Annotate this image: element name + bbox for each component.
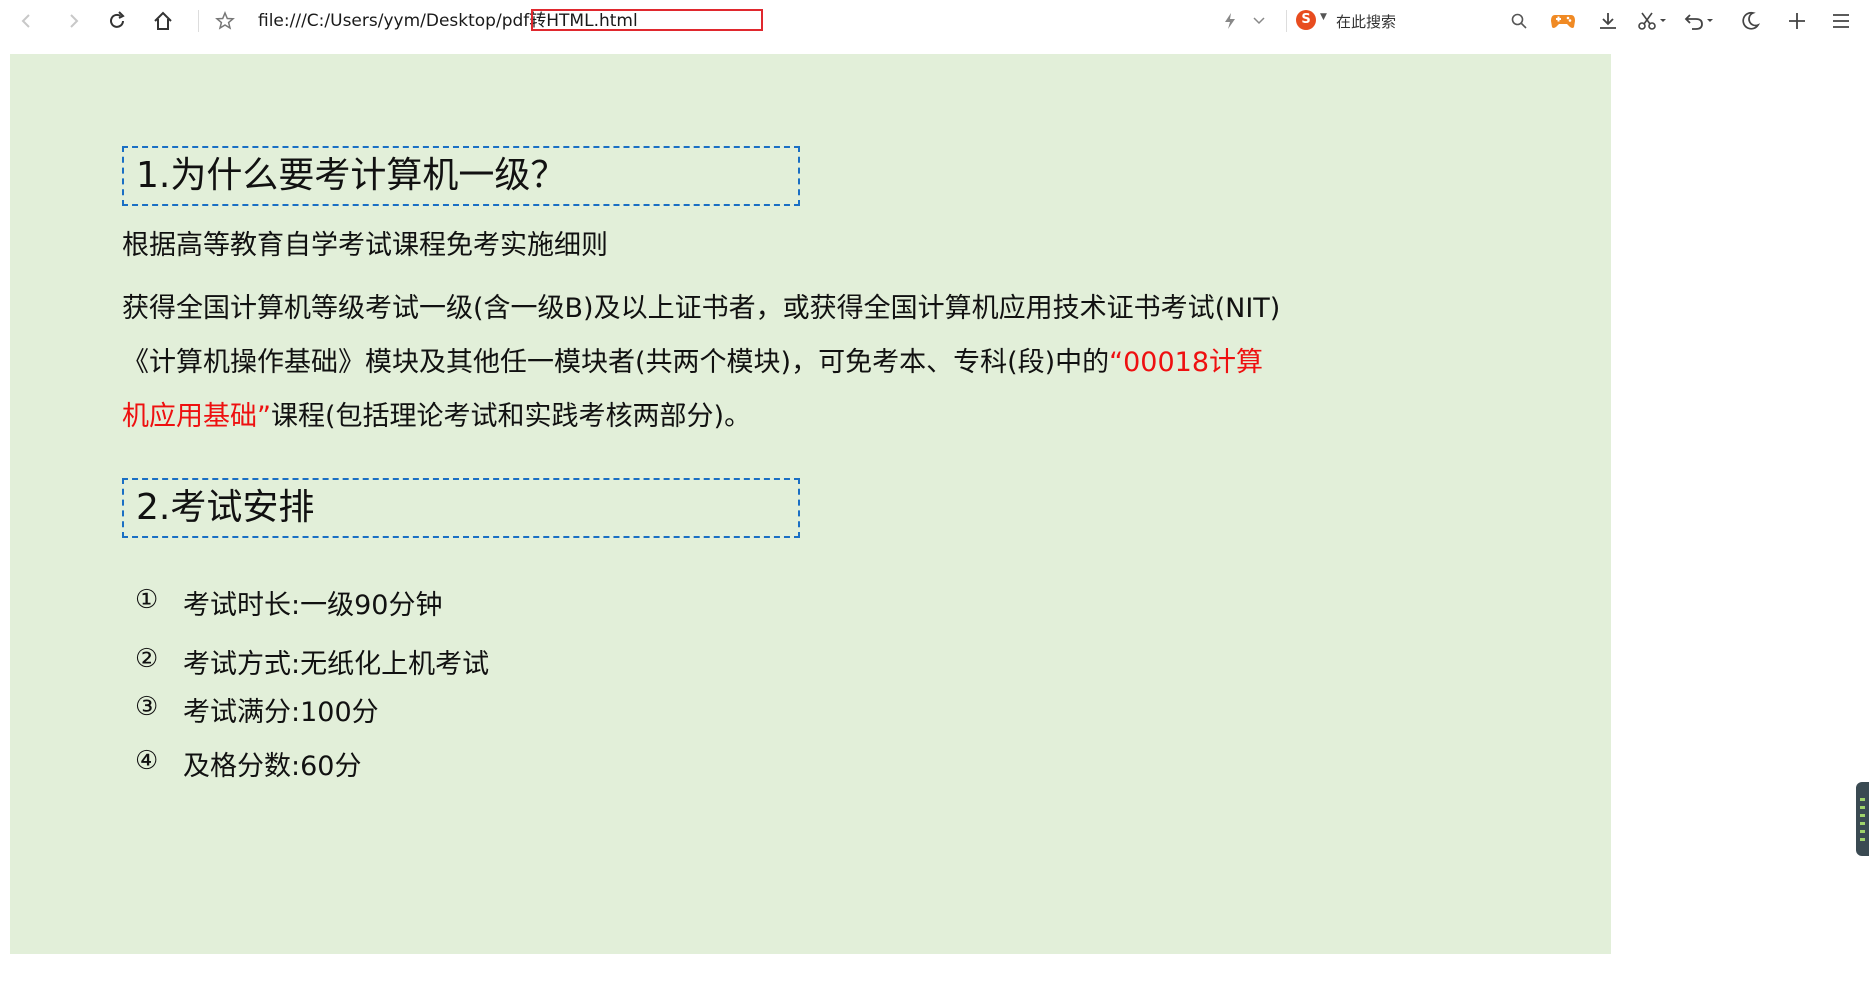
list-text: 考试满分:100分: [183, 697, 379, 728]
highlighted-course-name: “00018计算: [1109, 347, 1264, 378]
widget-bar: [1860, 806, 1865, 809]
list-item: ① 考试时长:一级90分钟: [135, 582, 442, 624]
search-engine-logo[interactable]: S: [1296, 10, 1316, 30]
widget-bar: [1860, 798, 1865, 801]
list-text: 考试时长:一级90分钟: [183, 590, 443, 621]
menu-button[interactable]: [1826, 6, 1856, 36]
chevron-down-icon: [1253, 17, 1265, 25]
widget-bar: [1860, 814, 1865, 817]
search-input[interactable]: 在此搜索: [1336, 11, 1396, 32]
url-highlight-box: [531, 9, 763, 31]
section1-paragraph-line3: 机应用基础”课程(包括理论考试和实践考核两部分)。: [122, 399, 751, 435]
section1-paragraph-line1: 获得全国计算机等级考试一级(含一级B)及以上证书者，或获得全国计算机应用技术证书…: [122, 293, 1281, 324]
undo-button[interactable]: [1684, 6, 1714, 36]
screenshot-button[interactable]: [1637, 6, 1667, 36]
home-button[interactable]: [148, 6, 178, 36]
paragraph-text: 《计算机操作基础》模块及其他任一模块者(共两个模块)，可免考本、专科(段)中的: [122, 347, 1110, 378]
toolbar-divider: [1286, 10, 1287, 32]
download-button[interactable]: [1593, 6, 1623, 36]
list-number: ④: [135, 746, 159, 776]
list-text: 考试方式:无纸化上机考试: [183, 649, 490, 680]
download-icon: [1600, 13, 1616, 29]
paragraph-text: 课程(包括理论考试和实践考核两部分)。: [271, 401, 752, 432]
section2-heading: 2.考试安排: [136, 487, 315, 528]
section1-heading: 1.为什么要考计算机一级？: [136, 155, 567, 196]
game-button[interactable]: [1548, 6, 1578, 36]
night-mode-button[interactable]: [1735, 6, 1765, 36]
undo-icon: [1684, 14, 1713, 30]
widget-bar: [1860, 830, 1865, 833]
list-number: ②: [135, 644, 159, 674]
search-button[interactable]: [1504, 6, 1534, 36]
chevron-right-icon: [70, 14, 79, 28]
home-icon: [154, 11, 172, 30]
moon-icon: [1742, 11, 1761, 30]
list-item: ③ 考试满分:100分: [135, 689, 379, 731]
browser-toolbar: file:///C:/Users/yym/Desktop/pdf转HTML.ht…: [0, 0, 1869, 42]
list-number: ①: [135, 585, 159, 615]
side-widget-tab[interactable]: [1856, 782, 1869, 856]
search-engine-caret-icon[interactable]: ▼: [1320, 12, 1327, 22]
search-icon: [1511, 13, 1527, 29]
section1-subtitle: 根据高等教育自学考试课程免考实施细则: [122, 230, 608, 261]
address-dropdown-button[interactable]: [1244, 6, 1274, 36]
list-item: ④ 及格分数:60分: [135, 743, 361, 785]
lightning-icon: [1225, 13, 1235, 29]
widget-bar: [1860, 822, 1865, 825]
chevron-left-icon: [21, 14, 30, 28]
list-number: ③: [135, 692, 159, 722]
refresh-icon: [110, 11, 125, 28]
list-item: ② 考试方式:无纸化上机考试: [135, 641, 489, 683]
bookmark-button[interactable]: [210, 6, 240, 36]
toolbar-divider: [198, 10, 199, 32]
gamepad-icon: [1551, 15, 1575, 28]
list-text: 及格分数:60分: [183, 751, 362, 782]
scissors-icon: [1638, 12, 1666, 30]
menu-icon: [1833, 14, 1849, 28]
section1-paragraph-line2: 《计算机操作基础》模块及其他任一模块者(共两个模块)，可免考本、专科(段)中的“…: [122, 345, 1263, 381]
new-tab-button[interactable]: [1782, 6, 1812, 36]
highlighted-course-name: 机应用基础”: [122, 401, 271, 432]
search-box[interactable]: [1292, 8, 1532, 34]
section2-heading-box: 2.考试安排: [122, 478, 800, 538]
forward-button[interactable]: [58, 6, 88, 36]
back-button[interactable]: [12, 6, 42, 36]
document-page: 1.为什么要考计算机一级？ 根据高等教育自学考试课程免考实施细则 获得全国计算机…: [10, 54, 1611, 954]
section1-heading-box: 1.为什么要考计算机一级？: [122, 146, 800, 206]
lightning-button[interactable]: [1215, 6, 1245, 36]
star-icon: [215, 11, 235, 30]
refresh-button[interactable]: [102, 6, 132, 36]
plus-icon: [1789, 13, 1805, 29]
widget-bar: [1860, 838, 1865, 841]
